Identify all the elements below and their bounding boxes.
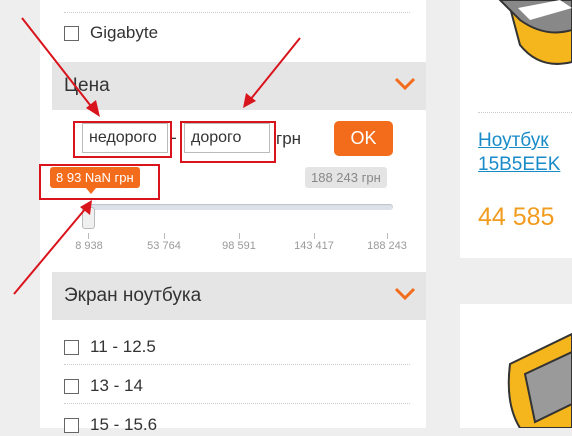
annotation-arrows xyxy=(13,17,301,295)
